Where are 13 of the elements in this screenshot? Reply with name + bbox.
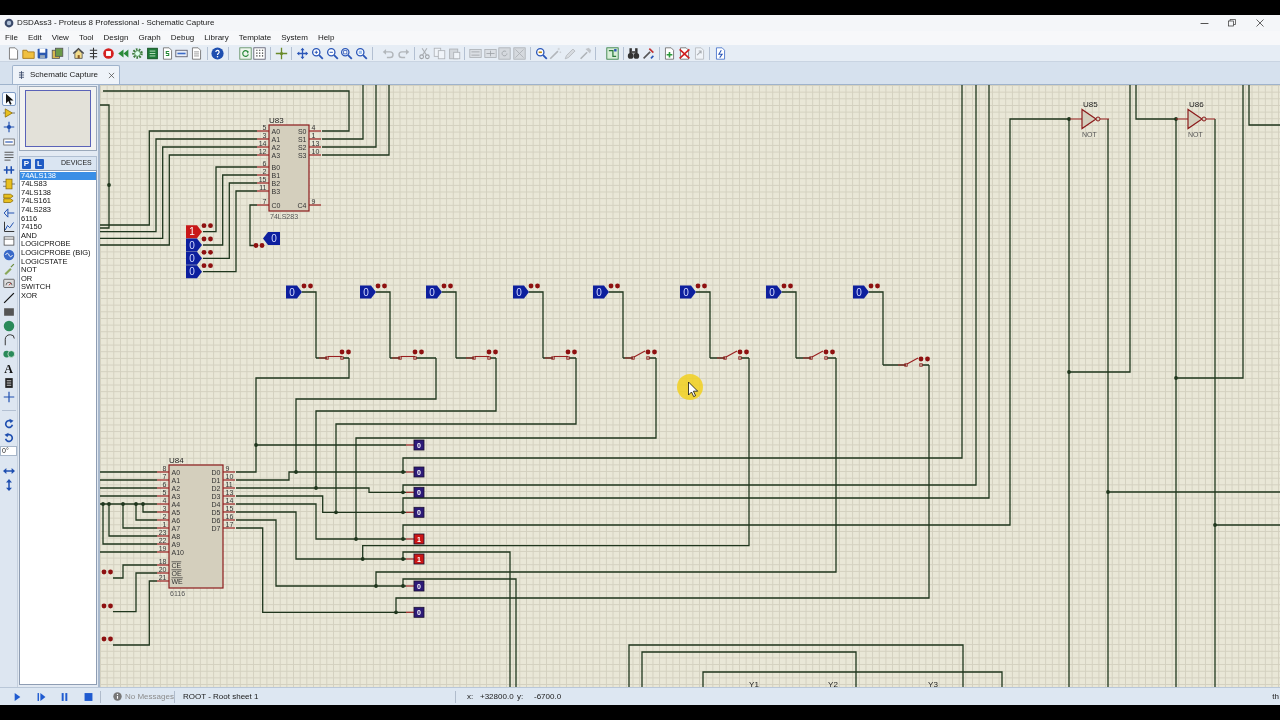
pin-label: Y2 <box>828 679 838 687</box>
coordinate-value: +32800.0 <box>480 690 515 703</box>
chip-reference: U84 <box>169 455 184 465</box>
pin-label: Y1 <box>749 679 759 687</box>
coordinate-value: -6700.0 <box>534 690 562 703</box>
coordinate-label: x: <box>467 690 475 703</box>
pin-label: Y3 <box>928 679 938 687</box>
gate-reference: U85 <box>1083 100 1098 109</box>
status-text: th <box>1272 690 1280 703</box>
coordinate-label: y: <box>517 690 525 703</box>
window-title: DSDAss3 - Proteus 8 Professional - Schematic Capture <box>17 17 215 29</box>
gate-reference: U86 <box>1189 100 1204 109</box>
sheet-name: ROOT - Root sheet 1 <box>183 690 259 703</box>
